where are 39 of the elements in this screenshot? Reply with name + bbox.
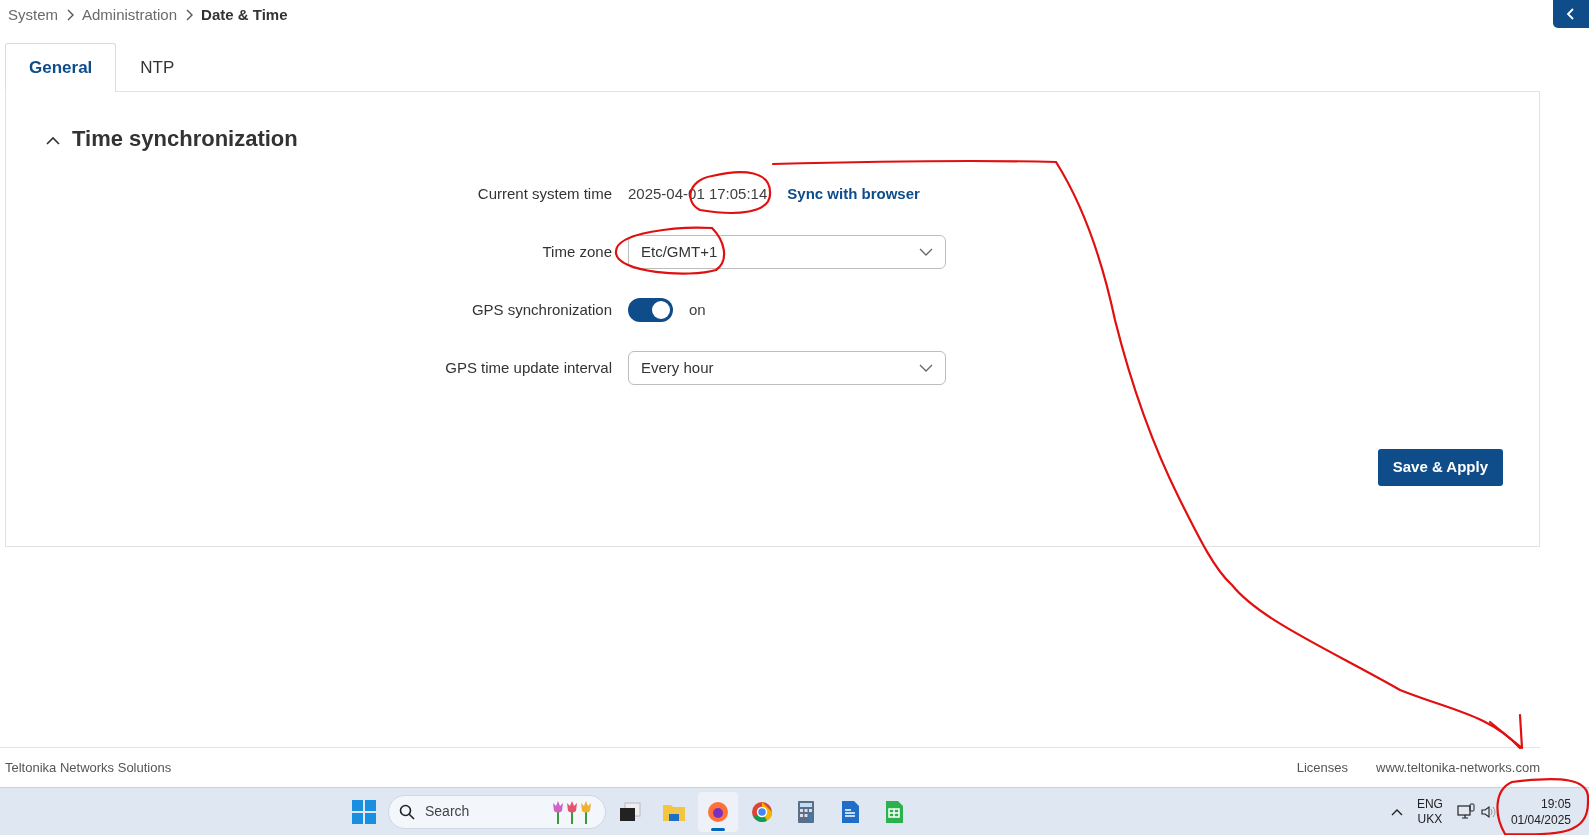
dropdown-chevron-icon [919,364,933,372]
select-field[interactable]: Etc/GMT+1 [628,235,946,269]
fox-browser-icon [706,799,730,824]
chevron-right-icon [66,9,74,21]
field-label: GPS time update interval [444,357,612,378]
save-apply-button[interactable]: Save & Apply [1377,449,1503,486]
section-title: Time synchronization [72,125,298,153]
footer-link[interactable]: Licenses [1296,757,1348,778]
tab[interactable]: NTP [116,43,199,91]
field-label: GPS synchronization [470,299,612,320]
windows-logo-icon [352,799,376,824]
dropdown-chevron-icon [919,248,933,256]
breadcrumb-link[interactable]: Administration [82,3,178,27]
taskbar-app-button[interactable] [698,791,738,832]
active-indicator [711,827,725,831]
sync-link[interactable]: Sync with browser [787,182,920,206]
breadcrumb-link[interactable]: System [8,3,58,27]
footer-company: Teltonika Networks Solutions [5,758,172,777]
network-monitor-icon[interactable] [1456,803,1475,821]
task-view-icon [618,799,642,824]
switch-state-text: on [689,299,706,320]
tab[interactable]: General [5,43,117,92]
toggle-switch[interactable] [628,298,673,322]
taskbar-search-bar[interactable]: Search [388,794,606,829]
speaker-icon[interactable] [1480,805,1497,819]
chevron-up-icon[interactable] [1390,808,1403,816]
select-field[interactable]: Every hour [628,351,946,385]
search-field[interactable]: Search [423,800,543,823]
breadcrumb-current: Date & Time [201,4,288,25]
footer-link[interactable]: www.teltonika-networks.com [1376,757,1540,778]
collapse-chevron-icon[interactable] [46,135,60,145]
chevron-right-icon [185,9,194,21]
round-browser-icon [750,799,774,824]
chevron-left-icon [1566,7,1576,21]
field-label: Time zone [541,241,612,262]
search-icon [399,803,415,820]
language-indicator[interactable]: ENG UKX [1416,797,1443,827]
field-label: Current system time [476,183,612,204]
collapse-panel-button[interactable] [1553,0,1589,28]
